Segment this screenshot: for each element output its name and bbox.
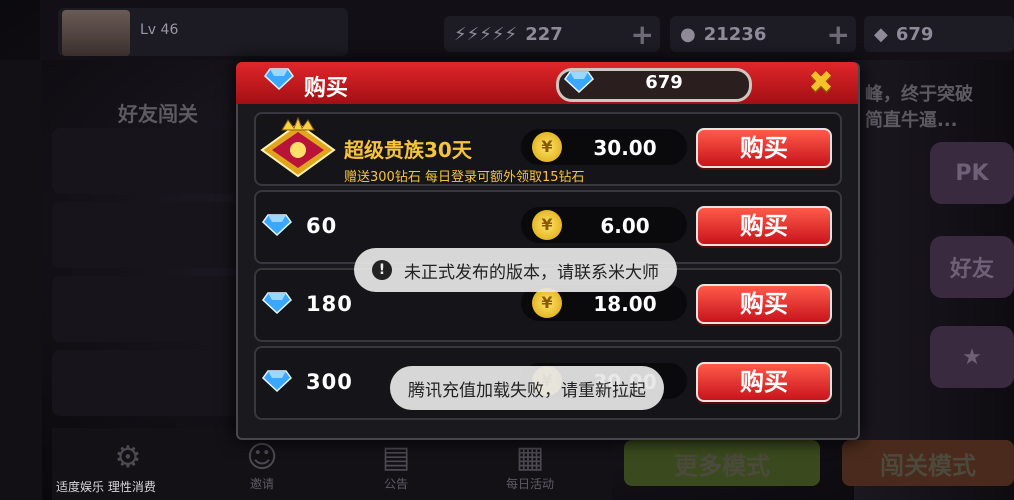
buy-button[interactable]: 购买 [696, 284, 832, 324]
close-icon[interactable]: ✖ [804, 66, 838, 100]
warning-toast: ! 未正式发布的版本，请联系米大师 [354, 248, 677, 292]
player-avatar[interactable] [62, 10, 130, 56]
gem-balance-value: 679 [645, 72, 683, 93]
right-news-line-2: 简直牛逼... [865, 110, 958, 131]
diamond-icon [262, 214, 292, 237]
health-gaming-notice: 适度娱乐 理性消费 [56, 480, 156, 494]
friend-row[interactable] [52, 276, 238, 342]
more-modes-button[interactable]: 更多模式 [624, 440, 820, 486]
add-energy-button[interactable]: + [631, 18, 654, 51]
friend-row[interactable] [52, 350, 238, 416]
daily-activity-nav[interactable]: ▦ 每日活动 [490, 440, 570, 492]
yuan-coin-icon: ¥ [532, 288, 562, 318]
crown-badge-icon [260, 116, 336, 178]
buy-button[interactable]: 购买 [696, 206, 832, 246]
item-price: 30.00 [593, 136, 657, 160]
diamond-icon [262, 370, 292, 393]
right-news-text: 峰，终于突破 简直牛逼... [865, 82, 973, 134]
buy-button[interactable]: 购买 [696, 128, 832, 168]
gear-icon: ⚙ [114, 440, 142, 475]
friend-challenge-title: 好友闯关 [118, 102, 198, 126]
gem-counter: ◆ 679 [864, 16, 1014, 52]
error-toast: 腾讯充值加载失败，请重新拉起 [390, 366, 664, 410]
calendar-icon: ▦ [515, 440, 545, 475]
error-toast-text: 腾讯充值加载失败，请重新拉起 [408, 380, 646, 401]
player-level: Lv 46 [140, 22, 179, 38]
gem-quantity: 180 [306, 292, 353, 316]
challenge-badge-icon[interactable]: ★ [930, 326, 1014, 388]
stage-mode-button[interactable]: 闯关模式 [842, 440, 1014, 486]
energy-value: 227 [525, 23, 563, 45]
diamond-icon: ◆ [874, 23, 888, 45]
friend-battle-badge-icon[interactable]: 好友 [930, 236, 1014, 298]
invite-label: 邀请 [249, 477, 274, 491]
buy-button[interactable]: 购买 [696, 362, 832, 402]
coin-value: 21236 [703, 23, 767, 45]
purchase-dialog-title: 购买 [304, 76, 349, 101]
item-price: 18.00 [593, 292, 657, 316]
gem-quantity: 60 [306, 214, 338, 238]
yuan-coin-icon: ¥ [532, 132, 562, 162]
notice-nav[interactable]: ▤ 公告 [366, 440, 426, 492]
right-news-line-1: 峰，终于突破 [865, 84, 973, 105]
warning-toast-text: 未正式发布的版本，请联系米大师 [404, 262, 659, 283]
vip-item-subtitle: 赠送300钻石 每日登录可额外领取15钻石 [344, 170, 585, 185]
invite-user-icon: ☺ [246, 440, 278, 475]
friend-row[interactable] [52, 202, 238, 268]
item-price: 6.00 [600, 214, 650, 238]
pk-badge-icon[interactable]: PK [930, 142, 1014, 204]
invite-nav[interactable]: ☺ 邀请 [232, 440, 292, 492]
yuan-coin-icon: ¥ [532, 210, 562, 240]
warning-icon: ! [372, 260, 392, 280]
coin-counter: ● 21236 + [670, 16, 856, 52]
left-background-strip [0, 60, 42, 500]
settings-nav[interactable]: ⚙ [98, 440, 158, 475]
gem-quantity: 300 [306, 370, 353, 394]
diamond-icon [262, 292, 292, 315]
coin-icon: ● [680, 23, 696, 45]
lightning-icon: ⚡⚡⚡⚡⚡ [454, 23, 518, 45]
diamond-icon [264, 68, 294, 91]
notice-board-icon: ▤ [381, 440, 411, 475]
friend-row[interactable] [52, 128, 238, 194]
gem-value: 679 [895, 23, 934, 45]
daily-label: 每日活动 [505, 477, 554, 491]
vip-item-title: 超级贵族30天 [344, 138, 472, 162]
notice-label: 公告 [383, 477, 408, 491]
add-coin-button[interactable]: + [827, 18, 850, 51]
energy-counter: ⚡⚡⚡⚡⚡ 227 + [444, 16, 660, 52]
